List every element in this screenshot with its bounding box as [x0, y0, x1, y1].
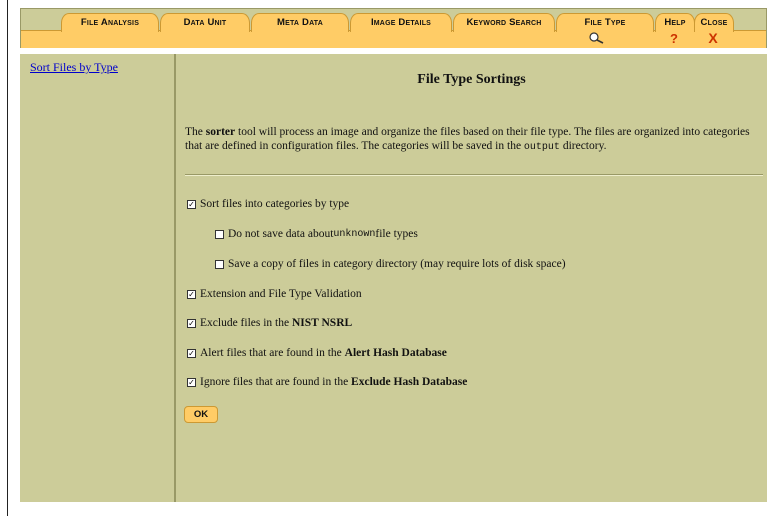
help-icon[interactable]: ? [655, 30, 693, 47]
top-nav-bar: File Analysis Data Unit Meta Data Image … [20, 8, 767, 48]
output-dir-code: output [523, 141, 560, 153]
tab-meta-data[interactable]: Meta Data [251, 13, 349, 32]
close-icon[interactable]: X [694, 30, 732, 47]
tab-data-unit[interactable]: Data Unit [160, 13, 250, 32]
ok-button[interactable]: OK [184, 406, 218, 423]
tab-keyword-search[interactable]: Keyword Search [453, 13, 555, 32]
checkbox-sort-by-type[interactable] [187, 199, 196, 209]
checkbox-exclude-nsrl[interactable] [187, 318, 196, 328]
option-ignore-hash[interactable]: Ignore files that are found in the Exclu… [187, 376, 467, 388]
sidebar: Sort Files by Type [20, 54, 176, 502]
option-save-copy[interactable]: Save a copy of files in category directo… [215, 258, 566, 270]
option-ext-validation[interactable]: Extension and File Type Validation [187, 288, 362, 300]
option-no-unknown[interactable]: Do not save data about unknown file type… [215, 228, 418, 240]
checkbox-ignore-hash[interactable] [187, 377, 196, 387]
option-sort-by-type[interactable]: Sort files into categories by type [187, 198, 349, 210]
checkbox-no-unknown[interactable] [215, 229, 224, 239]
option-alert-hash[interactable]: Alert files that are found in the Alert … [187, 347, 447, 359]
divider [185, 174, 763, 176]
tab-file-type[interactable]: File Type [556, 13, 654, 32]
description-text: The sorter tool will process an image an… [185, 126, 750, 153]
option-exclude-nsrl[interactable]: Exclude files in the NIST NSRL [187, 317, 352, 329]
sorter-keyword: sorter [205, 126, 236, 138]
main-panel: File Type Sortings The sorter tool will … [176, 54, 767, 502]
sidebar-link-sort-files[interactable]: Sort Files by Type [30, 60, 118, 75]
checkbox-save-copy[interactable] [215, 259, 224, 269]
magnifier-icon [589, 32, 604, 44]
tab-image-details[interactable]: Image Details [350, 13, 452, 32]
checkbox-alert-hash[interactable] [187, 348, 196, 358]
frame-border [7, 0, 8, 516]
checkbox-ext-validation[interactable] [187, 289, 196, 299]
tab-file-analysis[interactable]: File Analysis [61, 13, 159, 32]
page-title: File Type Sortings [417, 72, 526, 87]
